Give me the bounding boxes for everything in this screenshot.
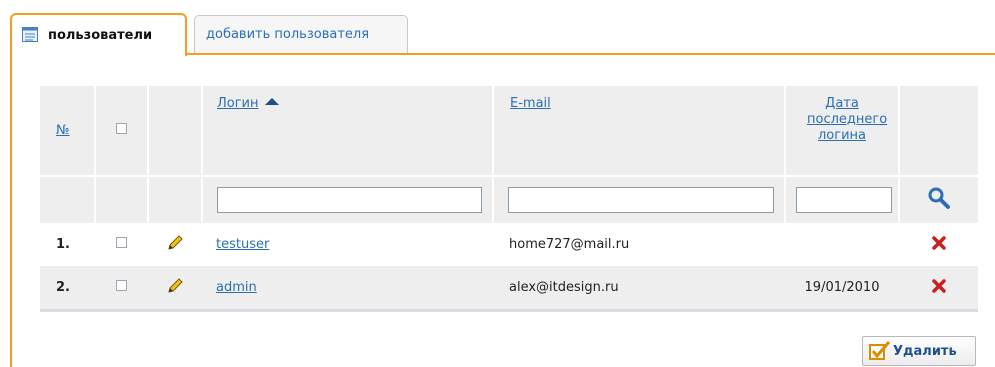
delete-icon[interactable] <box>931 235 946 250</box>
user-list-icon <box>22 27 38 42</box>
row-checkbox[interactable] <box>116 237 127 248</box>
column-header-login[interactable]: Логин <box>217 96 259 111</box>
user-email: home727@mail.ru <box>509 237 630 252</box>
user-email: alex@itdesign.ru <box>509 280 619 295</box>
table-row: 1. testuser home727@mail.ru <box>40 223 978 266</box>
row-checkbox[interactable] <box>116 280 127 291</box>
select-all-checkbox[interactable] <box>116 123 127 134</box>
panel-border-left <box>10 53 12 367</box>
tab-users-label: пользователи <box>48 28 153 43</box>
table-row: 2. admin alex@itdesign.ru 19/01/2010 <box>40 266 978 312</box>
column-header-last-login[interactable]: Дата последнего логина <box>807 96 887 144</box>
table-header-row: № Логин E-mail Дата последнего логина <box>40 86 978 176</box>
panel-border-top <box>186 53 995 55</box>
tab-add-user[interactable]: добавить пользователя <box>194 15 408 53</box>
column-header-number[interactable]: № <box>56 123 94 139</box>
row-number: 1. <box>56 237 70 252</box>
delete-selected-label: Удалить <box>893 344 957 359</box>
checkbox-check-icon <box>869 341 891 360</box>
email-filter-input[interactable] <box>508 187 774 213</box>
edit-pencil-icon[interactable] <box>166 234 184 252</box>
login-filter-input[interactable] <box>217 187 482 213</box>
delete-selected-button[interactable]: Удалить <box>862 336 976 366</box>
search-icon[interactable] <box>927 186 951 210</box>
user-login-link[interactable]: testuser <box>216 237 269 252</box>
edit-pencil-icon[interactable] <box>166 277 184 295</box>
user-last-login: 19/01/2010 <box>804 280 880 295</box>
users-table: № Логин E-mail Дата последнего логина 1.… <box>40 86 978 312</box>
filter-row <box>40 175 978 223</box>
column-header-email[interactable]: E-mail <box>510 96 784 112</box>
tab-add-user-label: добавить пользователя <box>206 27 370 42</box>
sort-ascending-icon[interactable] <box>264 98 279 105</box>
row-number: 2. <box>56 280 70 295</box>
tab-users[interactable]: пользователи <box>10 13 187 56</box>
user-login-link[interactable]: admin <box>216 280 257 295</box>
last-login-filter-input[interactable] <box>796 187 892 213</box>
delete-icon[interactable] <box>931 278 946 293</box>
